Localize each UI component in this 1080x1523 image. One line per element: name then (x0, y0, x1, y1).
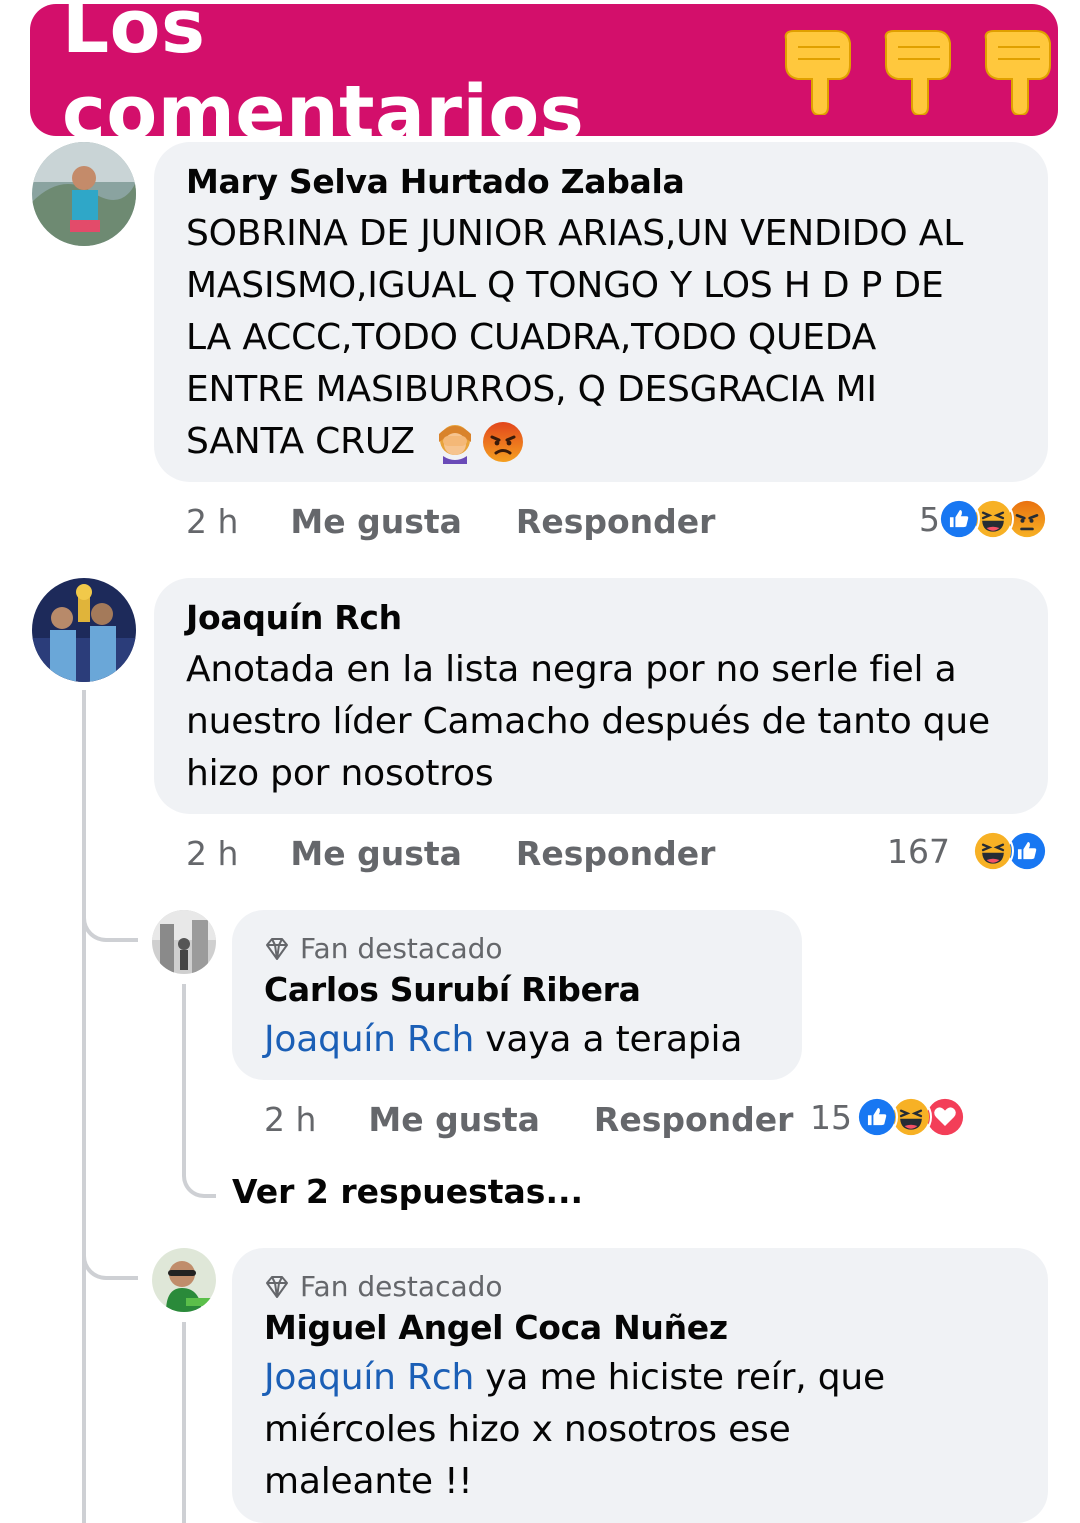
top-fan-badge: Fan destacado (264, 1270, 503, 1303)
thread-line (82, 690, 86, 1523)
banner-title: Los comentarios (62, 0, 585, 156)
pointing-down-hand-icon (878, 25, 958, 117)
thread-connector (82, 880, 138, 942)
reaction-count: 15 (810, 1097, 852, 1137)
comment-text-line: nuestro líder Camacho después de tanto q… (186, 701, 990, 742)
comment-actions: 2 h Me gusta Responder (186, 834, 715, 873)
reply-time[interactable]: 2 h (264, 1100, 316, 1139)
reply-text: Joaquín Rch vaya a terapia (264, 1014, 742, 1066)
avatar[interactable] (32, 578, 136, 682)
avatar[interactable] (152, 1248, 216, 1312)
like-reaction-icon (938, 498, 980, 540)
header-banner: Los comentarios (30, 0, 1058, 156)
comment-text-line: ENTRE MASIBURROS, Q DESGRACIA MI (186, 369, 877, 410)
comment-time[interactable]: 2 h (186, 502, 238, 541)
facepalm-emoji-icon (433, 420, 477, 464)
avatar[interactable] (152, 910, 216, 974)
top-fan-badge: Fan destacado (264, 932, 503, 965)
comment-actions: 2 h Me gusta Responder (186, 502, 715, 541)
reaction-summary[interactable]: 15 (810, 1096, 966, 1138)
comment-text-line: SANTA CRUZ (186, 416, 1036, 468)
comment-text-line: MASISMO,IGUAL Q TONGO Y LOS H D P DE (186, 265, 944, 306)
like-reaction-icon (856, 1096, 898, 1138)
haha-reaction-icon (972, 830, 1014, 872)
reaction-count: 5 (919, 499, 940, 539)
avatar[interactable] (32, 142, 136, 246)
reply-author[interactable]: Carlos Surubí Ribera (264, 970, 641, 1009)
reply-text-line: Joaquín Rch ya me hiciste reír, que (264, 1352, 1034, 1404)
reply-text: Joaquín Rch ya me hiciste reír, que miér… (264, 1352, 1034, 1508)
reply-text-line: miércoles hizo x nosotros ese (264, 1409, 791, 1450)
comment-author[interactable]: Mary Selva Hurtado Zabala (186, 162, 685, 201)
view-replies-link[interactable]: Ver 2 respuestas... (232, 1172, 583, 1211)
reply-button[interactable]: Responder (516, 834, 716, 873)
mention-link[interactable]: Joaquín Rch (264, 1019, 474, 1060)
comment-text-line: LA ACCC,TODO CUADRA,TODO QUEDA (186, 317, 877, 358)
diamond-icon (264, 936, 290, 962)
reaction-summary[interactable]: 5 (919, 498, 1048, 540)
reply-button[interactable]: Responder (516, 502, 716, 541)
like-button[interactable]: Me gusta (290, 502, 462, 541)
comment-text-line: Anotada en la lista negra por no serle f… (186, 649, 957, 690)
comment-bubble: Mary Selva Hurtado Zabala SOBRINA DE JUN… (154, 142, 1048, 482)
reply-button[interactable]: Responder (594, 1100, 794, 1139)
mention-link[interactable]: Joaquín Rch (264, 1357, 474, 1398)
comment-text-line: hizo por nosotros (186, 753, 494, 794)
pointing-down-hand-icon (778, 25, 858, 117)
reply-text-line: maleante !! (264, 1461, 473, 1502)
comment-text: SOBRINA DE JUNIOR ARIAS,UN VENDIDO AL MA… (186, 208, 1036, 468)
banner-hands (778, 25, 1058, 117)
comment-text: Anotada en la lista negra por no serle f… (186, 644, 1036, 800)
badge-label: Fan destacado (300, 932, 503, 965)
badge-label: Fan destacado (300, 1270, 503, 1303)
nested-thread-connector (182, 984, 216, 1198)
comment-text-line: SOBRINA DE JUNIOR ARIAS,UN VENDIDO AL (186, 213, 964, 254)
pointing-down-hand-icon (978, 25, 1058, 117)
diamond-icon (264, 1274, 290, 1300)
thread-line (182, 1322, 186, 1523)
reply-bubble: Fan destacado Miguel Angel Coca Nuñez Jo… (232, 1248, 1048, 1523)
comment-bubble: Joaquín Rch Anotada en la lista negra po… (154, 578, 1048, 814)
comment-author[interactable]: Joaquín Rch (186, 598, 402, 637)
comment-time[interactable]: 2 h (186, 834, 238, 873)
reaction-summary[interactable]: 167 (887, 830, 1048, 872)
reply-text-body: ya me hiciste reír, que (474, 1357, 885, 1398)
reply-actions: 2 h Me gusta Responder (264, 1100, 793, 1139)
reaction-count: 167 (887, 831, 950, 871)
reply-text-body: vaya a terapia (474, 1019, 743, 1060)
comment-text-line-end: SANTA CRUZ (186, 421, 415, 462)
reply-bubble: Fan destacado Carlos Surubí Ribera Joaqu… (232, 910, 802, 1080)
thread-connector (82, 1230, 138, 1280)
reply-author[interactable]: Miguel Angel Coca Nuñez (264, 1308, 728, 1347)
like-button[interactable]: Me gusta (368, 1100, 540, 1139)
like-button[interactable]: Me gusta (290, 834, 462, 873)
angry-face-emoji-icon (481, 420, 525, 464)
